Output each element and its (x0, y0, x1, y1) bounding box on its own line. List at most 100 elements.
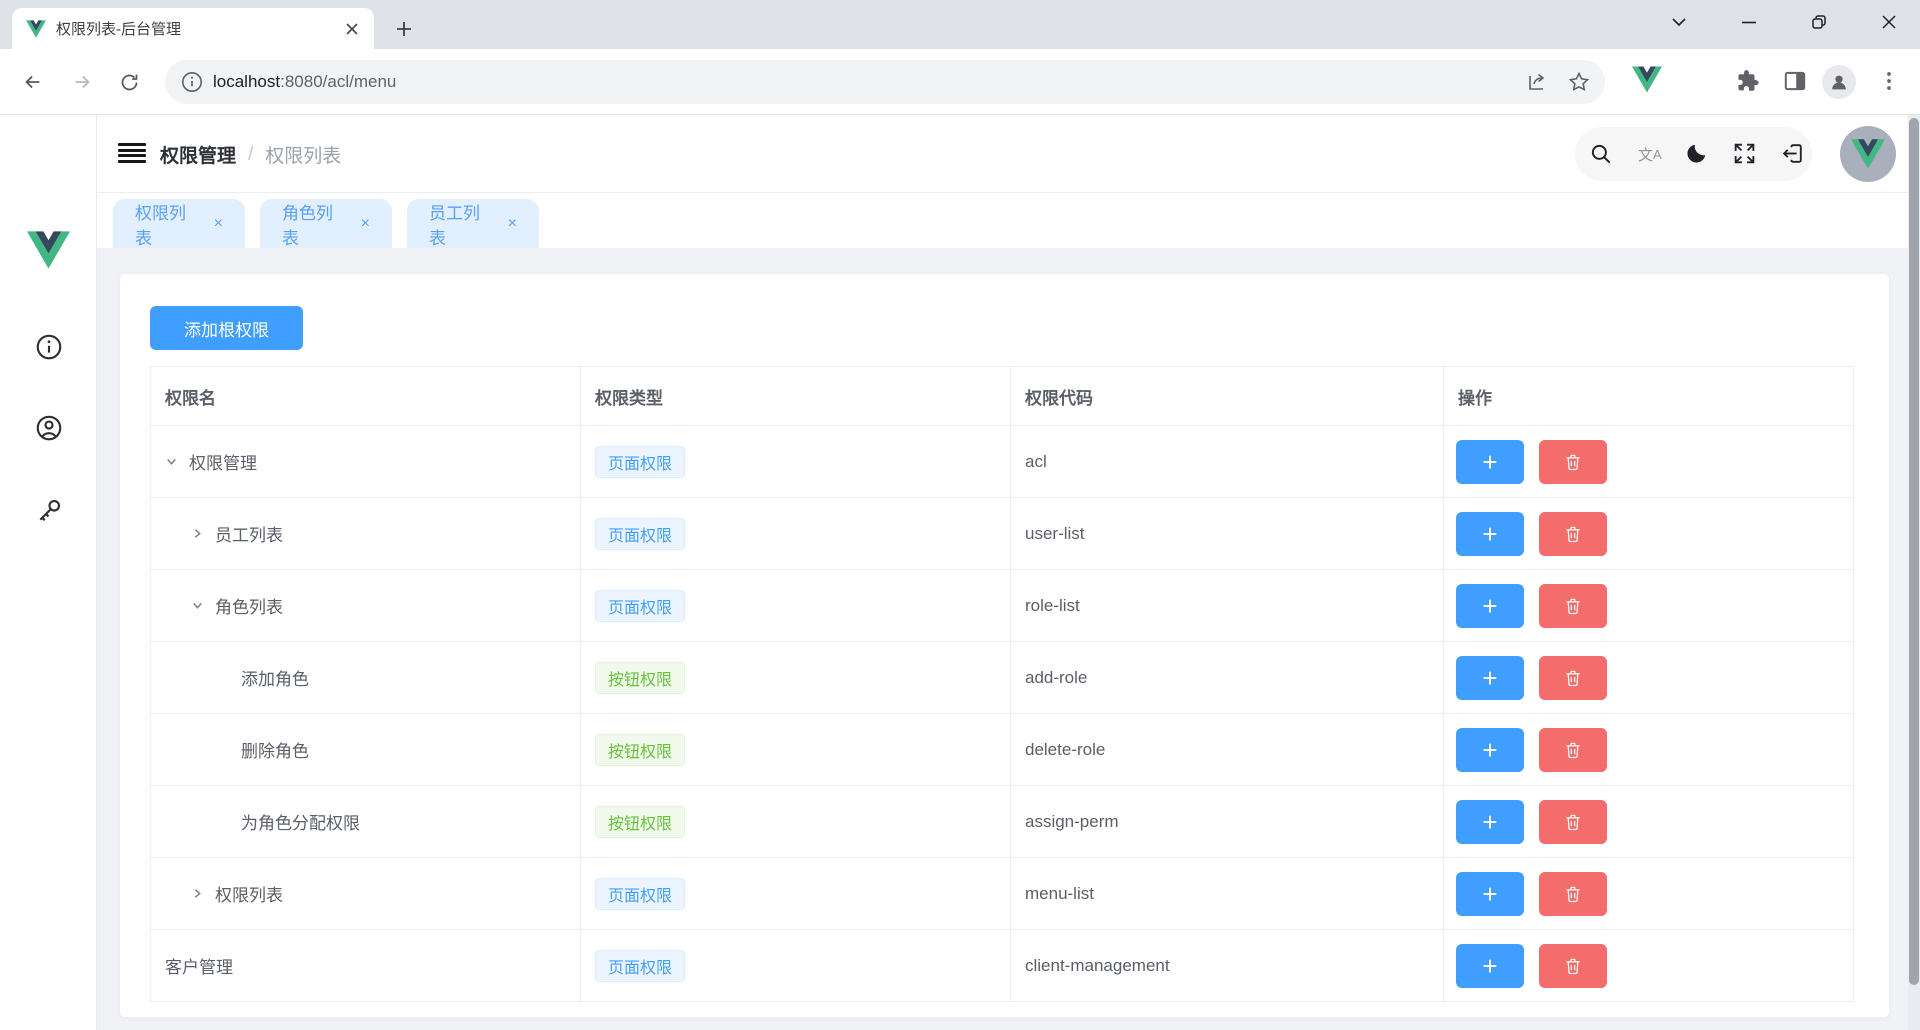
permission-card: 添加根权限 权限名 权限类型 权限代码 操作 权限管理 页面权限 acl + 员… (119, 273, 1890, 1018)
permission-name: 权限管理 (189, 454, 257, 473)
route-tab-label: 角色列表 (282, 203, 333, 248)
add-child-permission-button[interactable]: + (1456, 727, 1524, 772)
permission-name: 员工列表 (215, 526, 283, 545)
add-child-permission-button[interactable]: + (1456, 943, 1524, 988)
permission-name: 角色列表 (215, 598, 283, 617)
route-tab-label: 员工列表 (429, 203, 480, 248)
browser-tab-strip: 权限列表-后台管理 (0, 0, 1920, 49)
browser-tab[interactable]: 权限列表-后台管理 (12, 8, 374, 49)
expand-down-icon[interactable] (191, 598, 215, 614)
add-child-permission-button[interactable]: + (1456, 655, 1524, 700)
tab-search-chevron-icon[interactable] (1656, 0, 1702, 44)
fullscreen-icon[interactable] (1732, 141, 1758, 167)
page-scrollbar[interactable] (1908, 115, 1920, 1030)
add-child-permission-button[interactable]: + (1456, 871, 1524, 916)
delete-permission-button[interactable] (1539, 727, 1607, 772)
permission-name: 客户管理 (165, 958, 233, 977)
side-panel-icon[interactable] (1782, 68, 1808, 94)
route-tab-menu-list[interactable]: 权限列表 × (113, 199, 245, 248)
app-sidebar (0, 115, 97, 1030)
new-tab-icon[interactable] (388, 13, 420, 45)
permission-type-tag: 页面权限 (595, 949, 686, 982)
route-tab-close-icon[interactable]: × (508, 215, 517, 233)
breadcrumb-section[interactable]: 权限管理 (160, 141, 236, 168)
bookmark-star-icon[interactable] (1567, 70, 1591, 94)
search-icon[interactable] (1588, 141, 1614, 167)
breadcrumb-current: 权限列表 (265, 146, 342, 167)
permission-code: delete-role (1011, 714, 1444, 786)
delete-permission-button[interactable] (1539, 583, 1607, 628)
expand-right-icon[interactable] (191, 886, 215, 902)
address-bar[interactable]: localhost:8080/acl/menu (165, 60, 1605, 104)
route-tab-close-icon[interactable]: × (214, 215, 223, 233)
permission-code: client-management (1011, 930, 1444, 1002)
browser-tab-title: 权限列表-后台管理 (56, 21, 181, 38)
extensions-puzzle-icon[interactable] (1734, 68, 1760, 94)
delete-permission-button[interactable] (1539, 511, 1607, 556)
route-tab-role-list[interactable]: 角色列表 × (260, 199, 392, 248)
add-child-permission-button[interactable]: + (1456, 511, 1524, 556)
permission-type-tag: 按钮权限 (595, 733, 686, 766)
table-row: 客户管理 页面权限 client-management + (151, 930, 1853, 1002)
table-row: 员工列表 页面权限 user-list + (151, 498, 1853, 570)
permission-type-tag: 页面权限 (595, 445, 686, 478)
col-actions: 操作 (1444, 367, 1853, 426)
window-close-icon[interactable] (1866, 0, 1912, 44)
locale-translate-icon[interactable]: 文A (1638, 141, 1664, 167)
url-text[interactable]: localhost:8080/acl/menu (213, 72, 396, 92)
vue-favicon-icon (26, 19, 46, 38)
lock-screen-login-icon[interactable] (1781, 141, 1807, 167)
collapse-menu-icon[interactable] (118, 140, 146, 166)
delete-permission-button[interactable] (1539, 439, 1607, 484)
expand-right-icon[interactable] (191, 526, 215, 542)
window-restore-icon[interactable] (1796, 0, 1842, 44)
add-root-permission-button[interactable]: 添加根权限 (150, 306, 303, 350)
permission-name: 添加角色 (241, 670, 309, 689)
browser-toolbar: localhost:8080/acl/menu 中A (0, 49, 1920, 115)
delete-permission-button[interactable] (1539, 871, 1607, 916)
app-logo-vue-icon[interactable] (27, 231, 70, 269)
permission-name: 为角色分配权限 (241, 814, 360, 833)
col-permission-name: 权限名 (151, 367, 581, 426)
route-tab-user-list[interactable]: 员工列表 × (407, 199, 539, 248)
delete-permission-button[interactable] (1539, 943, 1607, 988)
permission-name: 删除角色 (241, 742, 309, 761)
add-child-permission-button[interactable]: + (1456, 583, 1524, 628)
expand-down-icon[interactable] (165, 454, 189, 470)
permission-code: acl (1011, 426, 1444, 498)
share-icon[interactable] (1525, 70, 1549, 94)
vue-devtools-extension-icon[interactable] (1632, 66, 1662, 93)
permission-code: role-list (1011, 570, 1444, 642)
table-row: 删除角色 按钮权限 delete-role + (151, 714, 1853, 786)
col-permission-code: 权限代码 (1011, 367, 1444, 426)
window-minimize-icon[interactable] (1726, 0, 1772, 44)
sidebar-item-info-icon[interactable] (34, 332, 64, 362)
browser-menu-dots-icon[interactable] (1876, 68, 1902, 94)
scrollbar-thumb[interactable] (1909, 118, 1919, 985)
add-child-permission-button[interactable]: + (1456, 799, 1524, 844)
user-avatar[interactable] (1840, 126, 1896, 182)
permission-code: user-list (1011, 498, 1444, 570)
sidebar-item-permission-key-icon[interactable] (34, 496, 64, 526)
permission-table: 权限名 权限类型 权限代码 操作 权限管理 页面权限 acl + 员工列表 页面… (150, 366, 1854, 1002)
delete-permission-button[interactable] (1539, 655, 1607, 700)
permission-type-tag: 页面权限 (595, 517, 686, 550)
tab-close-icon[interactable] (340, 17, 364, 41)
page-content: 添加根权限 权限名 权限类型 权限代码 操作 权限管理 页面权限 acl + 员… (97, 248, 1920, 1030)
back-icon[interactable] (15, 64, 51, 100)
permission-code: menu-list (1011, 858, 1444, 930)
app-header: 权限管理 / 权限列表 文A (97, 115, 1920, 193)
sidebar-item-user-icon[interactable] (34, 413, 64, 443)
route-tab-close-icon[interactable]: × (361, 215, 370, 233)
delete-permission-button[interactable] (1539, 799, 1607, 844)
add-child-permission-button[interactable]: + (1456, 439, 1524, 484)
breadcrumb-separator: / (248, 143, 254, 165)
table-row: 为角色分配权限 按钮权限 assign-perm + (151, 786, 1853, 858)
reload-icon[interactable] (111, 64, 147, 100)
permission-type-tag: 页面权限 (595, 589, 686, 622)
permission-code: assign-perm (1011, 786, 1444, 858)
site-info-icon[interactable] (179, 69, 205, 95)
dark-mode-moon-icon[interactable] (1684, 141, 1710, 167)
browser-profile-avatar[interactable] (1822, 65, 1856, 99)
route-tab-bar: 权限列表 × 角色列表 × 员工列表 × (97, 193, 1920, 248)
